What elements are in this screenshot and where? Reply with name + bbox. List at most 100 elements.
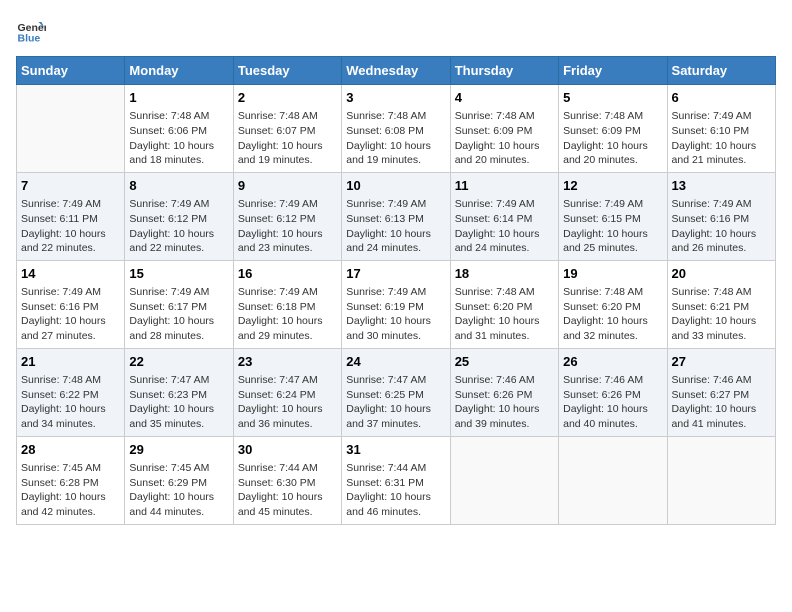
- calendar-cell: 9Sunrise: 7:49 AM Sunset: 6:12 PM Daylig…: [233, 172, 341, 260]
- calendar-cell: 30Sunrise: 7:44 AM Sunset: 6:30 PM Dayli…: [233, 436, 341, 524]
- calendar-cell: 28 Sunrise: 7:45 AM Sunset: 6:28 PM Dayli…: [17, 436, 125, 524]
- day-info: Sunrise: 7:48 AM Sunset: 6:21 PM Dayligh…: [672, 285, 771, 344]
- day-info: Sunrise: 7:47 AM Sunset: 6:25 PM Dayligh…: [346, 373, 445, 432]
- calendar-cell: 2 Sunrise: 7:48 AM Sunset: 6:07 PM Daylig…: [233, 85, 341, 173]
- calendar-cell: 18Sunrise: 7:48 AM Sunset: 6:20 PM Dayli…: [450, 260, 558, 348]
- day-info: Sunrise: 7:49 AM Sunset: 6:16 PM Dayligh…: [21, 285, 120, 344]
- day-number: 5: [563, 89, 662, 107]
- calendar-cell: 12 Sunrise: 7:49 AM Sunset: 6:15 PM Dayli…: [559, 172, 667, 260]
- day-info: Sunrise: 7:49 AM Sunset: 6:12 PM Dayligh…: [238, 197, 337, 256]
- day-info: Sunrise: 7:48 AM Sunset: 6:08 PM Dayligh…: [346, 109, 445, 168]
- page-header: General Blue: [16, 16, 776, 46]
- calendar-cell: 31 Sunrise: 7:44 AM Sunset: 6:31 PM Dayli…: [342, 436, 450, 524]
- day-number: 8: [129, 177, 228, 195]
- calendar-cell: [667, 436, 775, 524]
- day-info: Sunrise: 7:49 AM Sunset: 6:19 PM Dayligh…: [346, 285, 445, 344]
- day-number: 12: [563, 177, 662, 195]
- week-row-4: 21 Sunrise: 7:48 AM Sunset: 6:22 PM Dayli…: [17, 348, 776, 436]
- calendar-cell: 1 Sunrise: 7:48 AM Sunset: 6:06 PM Daylig…: [125, 85, 233, 173]
- calendar-cell: 24Sunrise: 7:47 AM Sunset: 6:25 PM Dayli…: [342, 348, 450, 436]
- calendar-cell: 16 Sunrise: 7:49 AM Sunset: 6:18 PM Dayli…: [233, 260, 341, 348]
- day-number: 31: [346, 441, 445, 459]
- day-info: Sunrise: 7:48 AM Sunset: 6:07 PM Dayligh…: [238, 109, 337, 168]
- calendar-cell: 17 Sunrise: 7:49 AM Sunset: 6:19 PM Dayli…: [342, 260, 450, 348]
- calendar-cell: 29 Sunrise: 7:45 AM Sunset: 6:29 PM Dayli…: [125, 436, 233, 524]
- day-info: Sunrise: 7:49 AM Sunset: 6:17 PM Dayligh…: [129, 285, 228, 344]
- day-number: 19: [563, 265, 662, 283]
- calendar-cell: [17, 85, 125, 173]
- column-header-monday: Monday: [125, 57, 233, 85]
- day-number: 11: [455, 177, 554, 195]
- calendar-cell: 4Sunrise: 7:48 AM Sunset: 6:09 PM Daylig…: [450, 85, 558, 173]
- day-info: Sunrise: 7:49 AM Sunset: 6:18 PM Dayligh…: [238, 285, 337, 344]
- day-number: 20: [672, 265, 771, 283]
- day-number: 25: [455, 353, 554, 371]
- day-info: Sunrise: 7:44 AM Sunset: 6:31 PM Dayligh…: [346, 461, 445, 520]
- day-number: 2: [238, 89, 337, 107]
- day-number: 22: [129, 353, 228, 371]
- day-info: Sunrise: 7:48 AM Sunset: 6:22 PM Dayligh…: [21, 373, 120, 432]
- day-number: 4: [455, 89, 554, 107]
- calendar-cell: 15 Sunrise: 7:49 AM Sunset: 6:17 PM Dayli…: [125, 260, 233, 348]
- day-info: Sunrise: 7:49 AM Sunset: 6:16 PM Dayligh…: [672, 197, 771, 256]
- column-header-friday: Friday: [559, 57, 667, 85]
- day-number: 10: [346, 177, 445, 195]
- column-header-wednesday: Wednesday: [342, 57, 450, 85]
- day-info: Sunrise: 7:49 AM Sunset: 6:13 PM Dayligh…: [346, 197, 445, 256]
- day-info: Sunrise: 7:47 AM Sunset: 6:23 PM Dayligh…: [129, 373, 228, 432]
- day-info: Sunrise: 7:49 AM Sunset: 6:10 PM Dayligh…: [672, 109, 771, 168]
- column-header-tuesday: Tuesday: [233, 57, 341, 85]
- day-number: 26: [563, 353, 662, 371]
- calendar-header: SundayMondayTuesdayWednesdayThursdayFrid…: [17, 57, 776, 85]
- calendar-cell: 10 Sunrise: 7:49 AM Sunset: 6:13 PM Dayli…: [342, 172, 450, 260]
- calendar-cell: 23Sunrise: 7:47 AM Sunset: 6:24 PM Dayli…: [233, 348, 341, 436]
- column-header-thursday: Thursday: [450, 57, 558, 85]
- day-number: 21: [21, 353, 120, 371]
- calendar-cell: 14Sunrise: 7:49 AM Sunset: 6:16 PM Dayli…: [17, 260, 125, 348]
- day-number: 18: [455, 265, 554, 283]
- day-number: 1: [129, 89, 228, 107]
- week-row-3: 14Sunrise: 7:49 AM Sunset: 6:16 PM Dayli…: [17, 260, 776, 348]
- day-info: Sunrise: 7:46 AM Sunset: 6:26 PM Dayligh…: [563, 373, 662, 432]
- calendar-table: SundayMondayTuesdayWednesdayThursdayFrid…: [16, 56, 776, 525]
- week-row-1: 1 Sunrise: 7:48 AM Sunset: 6:06 PM Daylig…: [17, 85, 776, 173]
- calendar-cell: 3Sunrise: 7:48 AM Sunset: 6:08 PM Daylig…: [342, 85, 450, 173]
- calendar-cell: 8 Sunrise: 7:49 AM Sunset: 6:12 PM Daylig…: [125, 172, 233, 260]
- day-info: Sunrise: 7:48 AM Sunset: 6:06 PM Dayligh…: [129, 109, 228, 168]
- day-info: Sunrise: 7:49 AM Sunset: 6:11 PM Dayligh…: [21, 197, 120, 256]
- day-number: 16: [238, 265, 337, 283]
- week-row-2: 7 Sunrise: 7:49 AM Sunset: 6:11 PM Daylig…: [17, 172, 776, 260]
- day-info: Sunrise: 7:49 AM Sunset: 6:15 PM Dayligh…: [563, 197, 662, 256]
- logo-icon: General Blue: [16, 16, 46, 46]
- calendar-cell: 21 Sunrise: 7:48 AM Sunset: 6:22 PM Dayli…: [17, 348, 125, 436]
- calendar-cell: [450, 436, 558, 524]
- logo: General Blue: [16, 16, 48, 46]
- calendar-cell: 5Sunrise: 7:48 AM Sunset: 6:09 PM Daylig…: [559, 85, 667, 173]
- day-info: Sunrise: 7:48 AM Sunset: 6:20 PM Dayligh…: [563, 285, 662, 344]
- calendar-cell: 19 Sunrise: 7:48 AM Sunset: 6:20 PM Dayli…: [559, 260, 667, 348]
- day-info: Sunrise: 7:46 AM Sunset: 6:27 PM Dayligh…: [672, 373, 771, 432]
- day-number: 29: [129, 441, 228, 459]
- day-info: Sunrise: 7:49 AM Sunset: 6:14 PM Dayligh…: [455, 197, 554, 256]
- day-info: Sunrise: 7:45 AM Sunset: 6:29 PM Dayligh…: [129, 461, 228, 520]
- calendar-cell: 7 Sunrise: 7:49 AM Sunset: 6:11 PM Daylig…: [17, 172, 125, 260]
- day-number: 15: [129, 265, 228, 283]
- day-number: 17: [346, 265, 445, 283]
- calendar-cell: 22 Sunrise: 7:47 AM Sunset: 6:23 PM Dayli…: [125, 348, 233, 436]
- svg-text:Blue: Blue: [18, 33, 41, 45]
- day-info: Sunrise: 7:46 AM Sunset: 6:26 PM Dayligh…: [455, 373, 554, 432]
- day-number: 28: [21, 441, 120, 459]
- day-number: 23: [238, 353, 337, 371]
- calendar-cell: 25 Sunrise: 7:46 AM Sunset: 6:26 PM Dayli…: [450, 348, 558, 436]
- day-info: Sunrise: 7:49 AM Sunset: 6:12 PM Dayligh…: [129, 197, 228, 256]
- column-header-saturday: Saturday: [667, 57, 775, 85]
- day-number: 27: [672, 353, 771, 371]
- day-number: 30: [238, 441, 337, 459]
- calendar-cell: [559, 436, 667, 524]
- calendar-cell: 26 Sunrise: 7:46 AM Sunset: 6:26 PM Dayli…: [559, 348, 667, 436]
- column-header-sunday: Sunday: [17, 57, 125, 85]
- day-number: 6: [672, 89, 771, 107]
- day-number: 7: [21, 177, 120, 195]
- day-info: Sunrise: 7:45 AM Sunset: 6:28 PM Dayligh…: [21, 461, 120, 520]
- day-number: 13: [672, 177, 771, 195]
